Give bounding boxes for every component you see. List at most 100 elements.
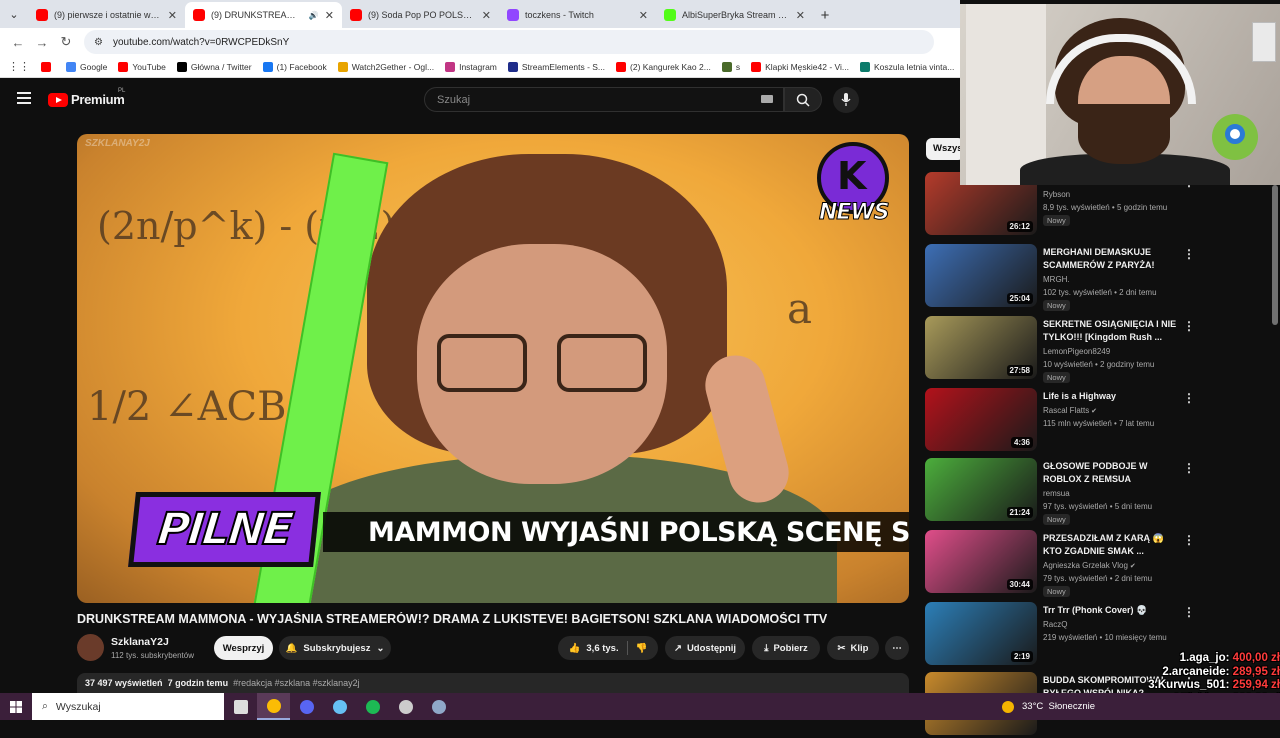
more-actions-button[interactable]: ⋯ — [885, 636, 909, 660]
taskbar-task-view-button[interactable] — [224, 693, 257, 720]
bookmark-item[interactable]: YouTube — [118, 61, 166, 72]
like-icon[interactable]: 👍 — [569, 643, 581, 654]
recommendation-item[interactable]: 30:44 PRZESADZIŁAM Z KARĄ 😱 KTO ZGADNIE S… — [925, 530, 1265, 597]
bookmark-item[interactable]: StreamElements - S... — [507, 61, 605, 72]
like-count[interactable]: 3,6 tys. — [586, 643, 618, 654]
more-options-icon[interactable]: ⋮ — [1183, 605, 1195, 619]
address-bar[interactable]: ⚙ youtube.com/watch?v=0RWCPEDkSnY — [84, 30, 934, 54]
bookmark-item[interactable]: Watch2Gether - Ogl... — [337, 61, 434, 72]
hashtags[interactable]: #redakcja #szklana #szklanay2j — [233, 678, 360, 688]
bookmark-item[interactable]: (2) Kangurek Kao 2... — [616, 61, 711, 72]
menu-hamburger-icon[interactable] — [17, 92, 31, 104]
taskbar-spotify-button[interactable] — [356, 693, 389, 720]
taskbar-discord-button[interactable] — [290, 693, 323, 720]
recommendation-item[interactable]: 25:04 MERGHANI DEMASKUJE SCAMMERÓW Z PARY… — [925, 244, 1265, 311]
logo-text: Premium — [71, 92, 125, 107]
youtube-premium-logo[interactable]: Premium — [48, 92, 125, 107]
recommendation-thumbnail[interactable]: 2:19 — [925, 602, 1037, 665]
more-options-icon[interactable]: ⋮ — [1183, 533, 1195, 547]
recommendation-channel[interactable]: Rybson — [1043, 188, 1070, 201]
recommendation-title[interactable]: Trr Trr (Phonk Cover) 💀 — [1043, 604, 1183, 617]
site-settings-icon[interactable]: ⚙ — [94, 37, 103, 48]
browser-tab[interactable]: AlbiSuperBryka Stream - Kick D ✕ — [656, 2, 813, 28]
bookmark-icon — [751, 61, 762, 72]
taskbar-obs-button[interactable] — [389, 693, 422, 720]
description-box[interactable]: 37 497 wyświetleń 7 godzin temu #redakcj… — [77, 673, 909, 693]
recommendation-channel[interactable]: remsua — [1043, 487, 1070, 500]
recommendation-thumbnail[interactable]: 4:36 — [925, 388, 1037, 451]
recommendation-channel[interactable]: Agnieszka Grzelak Vlog ✔ — [1043, 559, 1136, 573]
taskbar-chrome-button[interactable] — [257, 693, 290, 720]
recommendation-channel[interactable]: MRGH. — [1043, 273, 1070, 286]
recommendation-title[interactable]: MERGHANI DEMASKUJE SCAMMERÓW Z PARYŻA! — [1043, 246, 1183, 272]
bookmark-item[interactable]: Instagram — [445, 61, 497, 72]
dislike-icon[interactable]: 👎 — [636, 643, 648, 654]
share-button[interactable]: ↗ Udostępnij — [665, 636, 745, 660]
bookmark-icon — [721, 61, 732, 72]
filter-chip-all[interactable]: Wszys — [926, 138, 964, 160]
tab-close-icon[interactable]: ✕ — [325, 9, 334, 22]
recommendation-title[interactable]: Life is a Highway — [1043, 390, 1183, 403]
recommendation-title[interactable]: PRZESADZIŁAM Z KARĄ 😱 KTO ZGADNIE SMAK .… — [1043, 532, 1183, 558]
steam-icon — [332, 699, 347, 714]
taskbar-steam-button[interactable] — [323, 693, 356, 720]
taskbar-app-button[interactable] — [422, 693, 455, 720]
keyboard-icon[interactable] — [761, 95, 773, 103]
more-options-icon[interactable]: ⋮ — [1183, 461, 1195, 475]
browser-tab[interactable]: toczkens - Twitch ✕ — [499, 2, 656, 28]
browser-tab[interactable]: (9) DRUNKSTREAM MAMM 🔊 ✕ — [185, 2, 342, 28]
apps-grid-icon[interactable]: ⋮⋮ — [8, 60, 30, 73]
tab-close-icon[interactable]: ✕ — [796, 9, 805, 22]
channel-avatar[interactable] — [77, 634, 104, 661]
tab-close-icon[interactable]: ✕ — [482, 9, 491, 22]
recommendation-meta: 115 mln wyświetleń • 7 lat temu — [1043, 419, 1155, 428]
bookmark-item[interactable]: Google — [66, 61, 107, 72]
download-button[interactable]: ⤓ Pobierz — [752, 636, 820, 660]
tab-search-chevron-icon[interactable]: ⌄ — [0, 0, 28, 28]
back-arrow-icon[interactable]: ← — [6, 35, 30, 50]
video-player[interactable]: (2n/p^k) - (n/2) 1/2 ∠ACB a SZKLANAY2J K… — [77, 134, 909, 603]
channel-name[interactable]: SzklanaY2J — [111, 636, 169, 648]
more-options-icon[interactable]: ⋮ — [1183, 391, 1195, 405]
support-button[interactable]: Wesprzyj — [214, 636, 273, 660]
recommendation-thumbnail[interactable]: 30:44 — [925, 530, 1037, 593]
recommendation-channel[interactable]: Rascal Flatts ✔ — [1043, 404, 1097, 418]
tab-close-icon[interactable]: ✕ — [168, 9, 177, 22]
bookmark-item[interactable] — [41, 61, 55, 72]
recommendation-thumbnail[interactable]: 21:24 — [925, 458, 1037, 521]
recommendation-item[interactable]: 4:36 Life is a Highway Rascal Flatts ✔ 115 … — [925, 388, 1265, 454]
monster-eye — [1225, 124, 1245, 144]
recommendation-title[interactable]: GŁOSOWE PODBOJE W ROBLOX Z REMSUA — [1043, 460, 1183, 486]
subscribed-button[interactable]: 🔔 Subskrybujesz ⌄ — [279, 636, 391, 660]
bookmark-item[interactable]: (1) Facebook — [262, 61, 327, 72]
start-button[interactable] — [0, 693, 32, 720]
more-options-icon[interactable]: ⋮ — [1183, 319, 1195, 333]
bookmark-item[interactable]: Klapki Męskie42 - Vi... — [751, 61, 849, 72]
recommendation-channel[interactable]: RaczQ — [1043, 618, 1067, 631]
new-tab-button[interactable]: + — [813, 2, 837, 28]
recommendation-title[interactable]: SEKRETNE OSIĄGNIĘCIA I NIE TYLKO!!! [Kin… — [1043, 318, 1183, 344]
sidebar-scrollbar[interactable] — [1272, 185, 1278, 325]
forward-arrow-icon[interactable]: → — [30, 35, 54, 50]
recommendation-thumbnail[interactable]: 25:04 — [925, 244, 1037, 307]
more-options-icon[interactable]: ⋮ — [1183, 247, 1195, 261]
clip-button[interactable]: ✂ Klip — [827, 636, 879, 660]
search-input[interactable]: Szukaj — [424, 87, 784, 112]
reload-icon[interactable]: ↻ — [54, 34, 78, 50]
bookmark-item[interactable]: Główna / Twitter — [176, 61, 252, 72]
bookmark-icon — [41, 61, 51, 72]
recommendation-channel[interactable]: LemonPigeon8249 — [1043, 345, 1110, 358]
browser-tab[interactable]: (9) Soda Pop PO POLSKU | KPop ✕ — [342, 2, 499, 28]
recommendation-item[interactable]: 27:58 SEKRETNE OSIĄGNIĘCIA I NIE TYLKO!!!… — [925, 316, 1265, 383]
recommendation-thumbnail[interactable]: 27:58 — [925, 316, 1037, 379]
tab-close-icon[interactable]: ✕ — [639, 9, 648, 22]
bookmark-item[interactable]: s — [721, 61, 740, 72]
weather-widget[interactable]: 33°C Słonecznie — [1002, 693, 1095, 720]
voice-search-button[interactable] — [833, 87, 859, 113]
search-button[interactable] — [784, 87, 822, 112]
browser-tab[interactable]: (9) pierwsze i ostatnie wakacje z ✕ — [28, 2, 185, 28]
bookmark-item[interactable]: Koszula letnia vinta... — [860, 61, 954, 72]
recommendation-item[interactable]: 21:24 GŁOSOWE PODBOJE W ROBLOX Z REMSUA re… — [925, 458, 1265, 525]
speaker-icon[interactable]: 🔊 — [309, 11, 319, 20]
taskbar-search[interactable]: ⌕ Wyszukaj — [32, 693, 224, 720]
